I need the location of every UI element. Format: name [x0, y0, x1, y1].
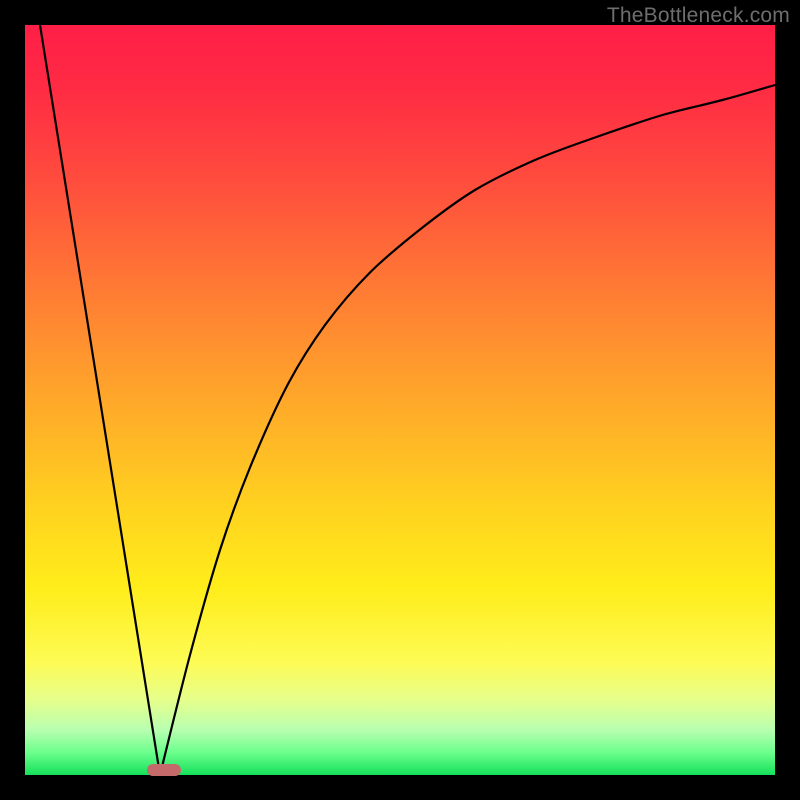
- watermark-text: TheBottleneck.com: [607, 4, 790, 28]
- curve-left-line: [40, 25, 160, 775]
- plot-area: [25, 25, 775, 775]
- curve-right: [160, 85, 775, 775]
- chart-frame: TheBottleneck.com: [0, 0, 800, 800]
- minimum-marker: [147, 764, 181, 776]
- curve-overlay: [25, 25, 775, 775]
